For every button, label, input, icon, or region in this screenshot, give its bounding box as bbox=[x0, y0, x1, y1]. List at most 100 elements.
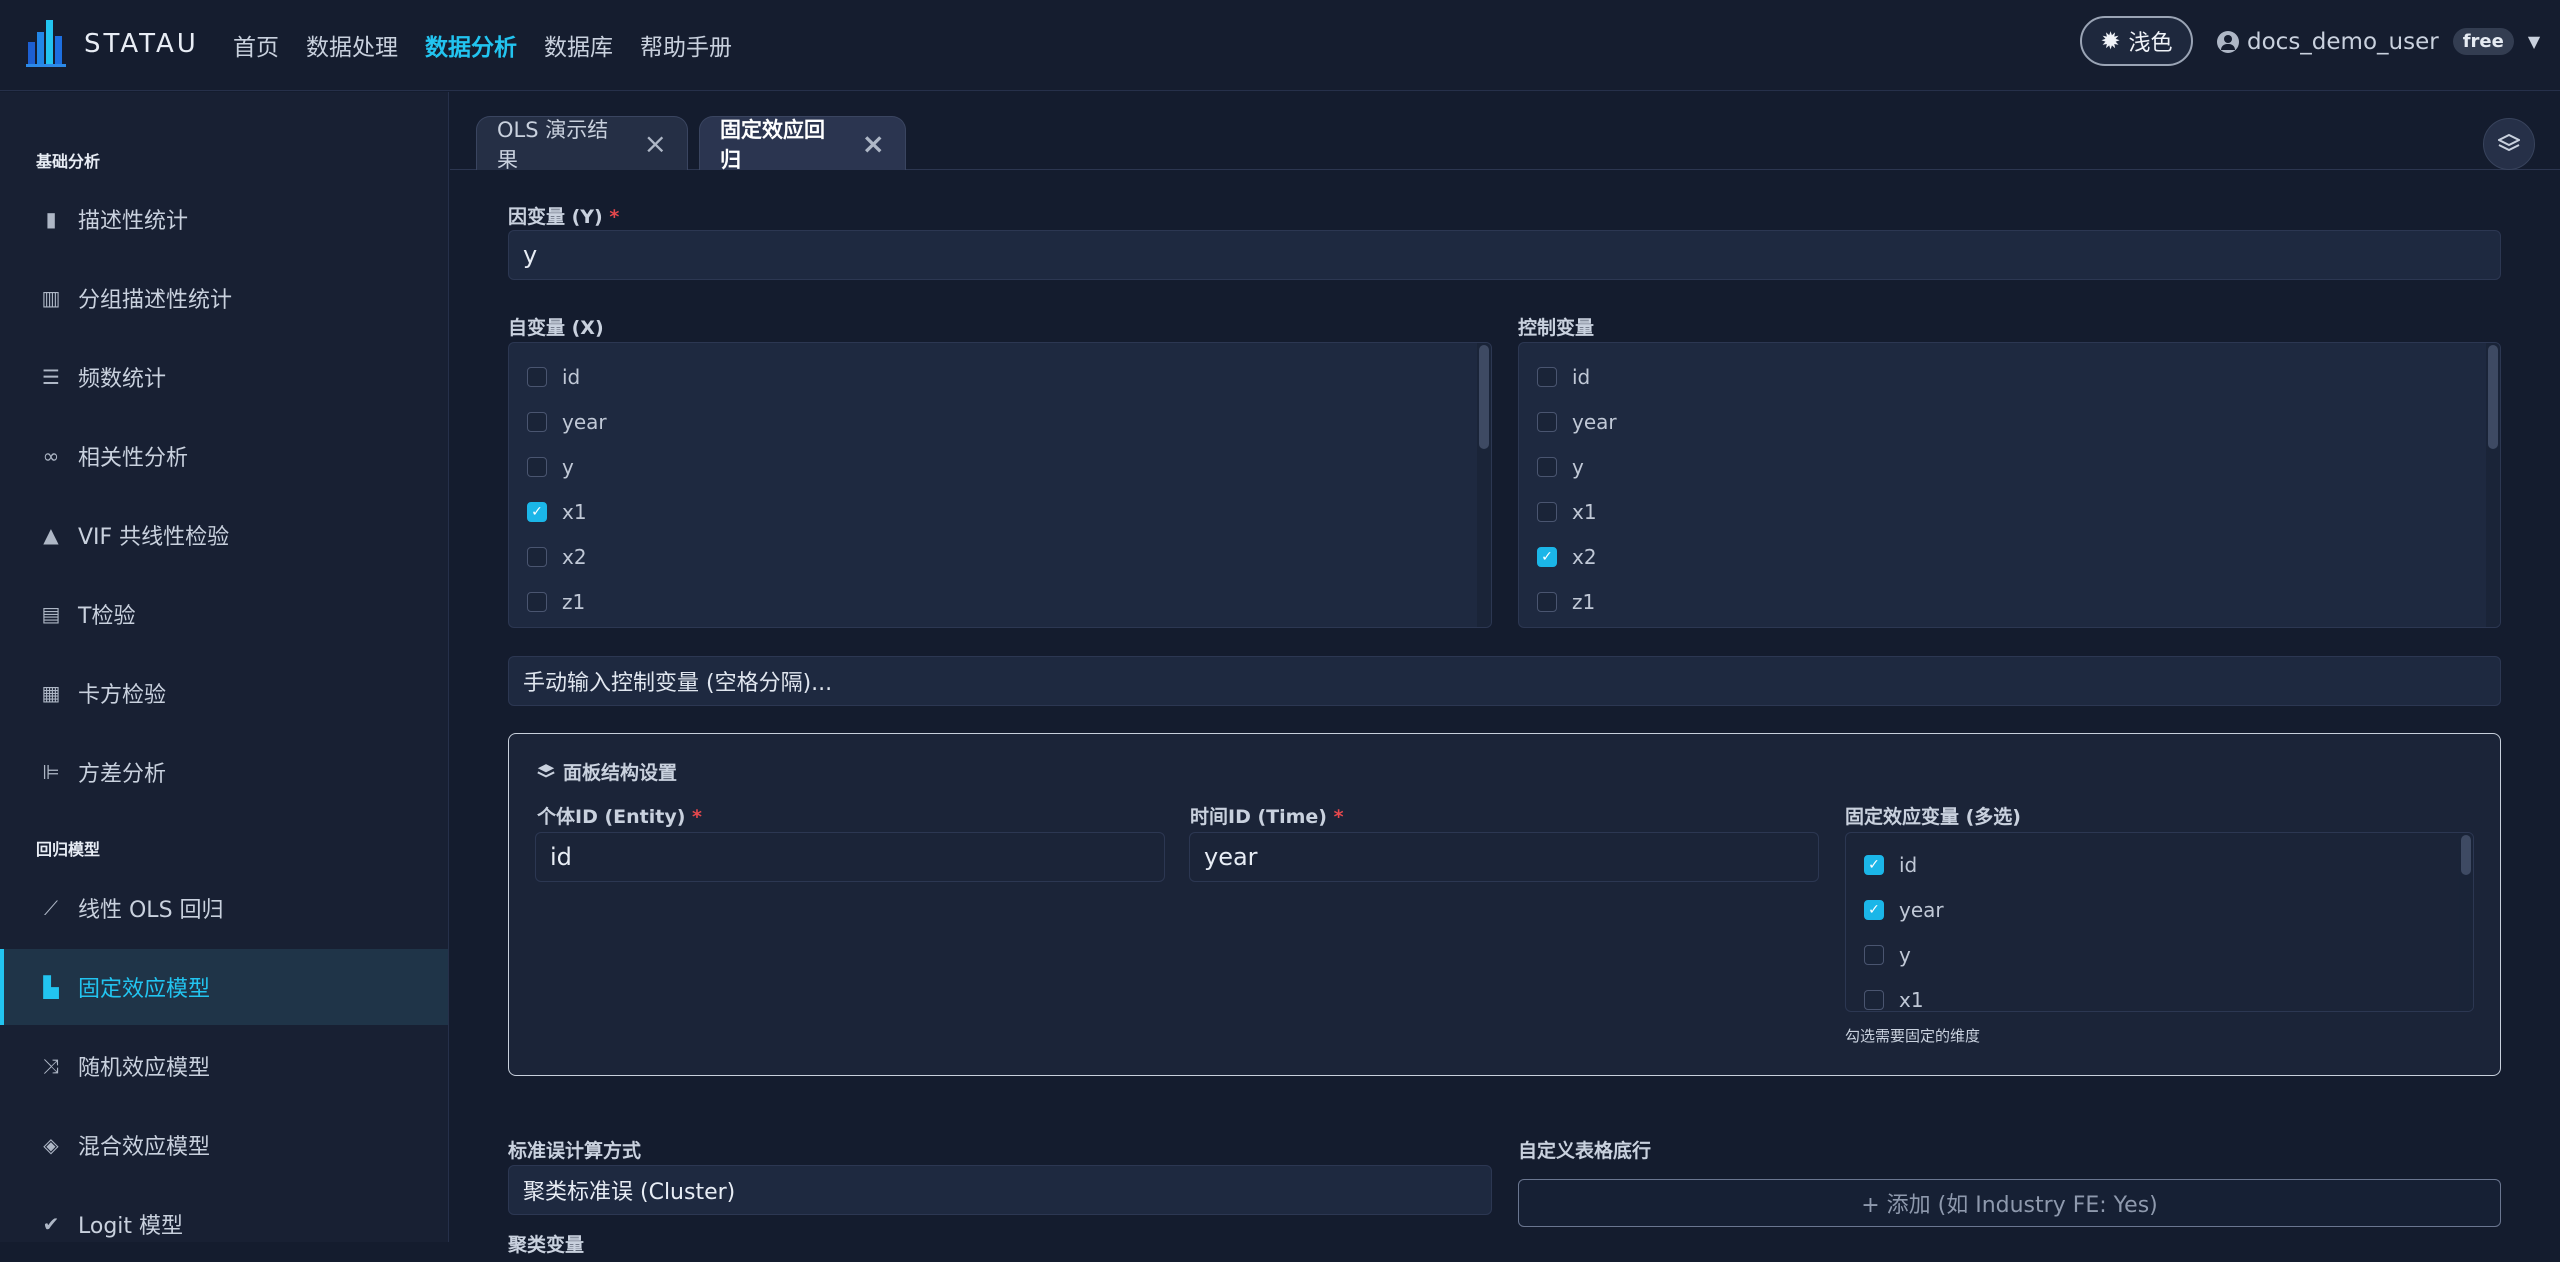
list-item[interactable]: y bbox=[1537, 455, 1584, 479]
list-item[interactable]: ✓ id bbox=[1864, 853, 1917, 877]
warning-icon: ▲ bbox=[43, 523, 59, 547]
link-icon: ∞ bbox=[42, 444, 60, 468]
list-item[interactable]: y bbox=[527, 455, 574, 479]
list-item[interactable]: id bbox=[527, 365, 580, 389]
checkbox[interactable] bbox=[527, 547, 547, 567]
option-label: x1 bbox=[1572, 500, 1597, 524]
list-item[interactable]: ✓ x1 bbox=[527, 500, 587, 524]
control-var-list[interactable]: id year y x1 ✓ x2 z1 bbox=[1518, 342, 2501, 628]
sidebar-item-logit[interactable]: ✔ Logit 模型 bbox=[0, 1186, 448, 1262]
checkbox[interactable] bbox=[1537, 457, 1557, 477]
sidebar-item-fixed-effects[interactable]: ▙ 固定效应模型 bbox=[0, 949, 448, 1025]
scroll-thumb[interactable] bbox=[2461, 835, 2471, 875]
se-method-value: 聚类标准误 (Cluster) bbox=[523, 1180, 736, 1205]
required-mark: * bbox=[692, 806, 702, 828]
sidebar-item-vif[interactable]: ▲ VIF 共线性检验 bbox=[0, 497, 448, 573]
user-menu[interactable]: docs_demo_user free ▼ bbox=[2217, 28, 2540, 55]
checkbox[interactable] bbox=[1537, 502, 1557, 522]
nav-help[interactable]: 帮助手册 bbox=[640, 28, 732, 62]
checkbox-checked[interactable]: ✓ bbox=[527, 502, 547, 522]
list-item[interactable]: x1 bbox=[1537, 500, 1597, 524]
label-text: 因变量 (Y) bbox=[508, 206, 603, 228]
tab-label: 固定效应回归 bbox=[720, 117, 825, 172]
checkbox-checked[interactable]: ✓ bbox=[1864, 855, 1884, 875]
scrollbar[interactable] bbox=[2459, 833, 2473, 1011]
option-label: id bbox=[562, 365, 581, 389]
scrollbar[interactable] bbox=[2486, 343, 2500, 627]
sidebar-item-label: 频数统计 bbox=[78, 367, 167, 392]
scroll-thumb[interactable] bbox=[2488, 345, 2498, 449]
nav-home[interactable]: 首页 bbox=[233, 28, 279, 62]
scrollbar[interactable] bbox=[1477, 343, 1491, 627]
independent-var-label: 自变量 (X) bbox=[508, 317, 604, 339]
nav-data-analysis[interactable]: 数据分析 bbox=[425, 28, 517, 62]
tab-fixed-effects[interactable]: 固定效应回归 × bbox=[699, 116, 906, 172]
main-nav: 首页 数据处理 数据分析 数据库 帮助手册 bbox=[233, 28, 759, 62]
tab-ols-result[interactable]: OLS 演示结果 × bbox=[476, 116, 688, 172]
control-var-label: 控制变量 bbox=[1518, 317, 1595, 339]
scroll-thumb[interactable] bbox=[1479, 345, 1489, 449]
sidebar-item-ols[interactable]: ⟋ 线性 OLS 回归 bbox=[0, 870, 448, 946]
grid-icon: ▦ bbox=[41, 681, 61, 705]
sidebar-item-label: T检验 bbox=[78, 604, 136, 629]
statau-logo-icon bbox=[26, 20, 66, 67]
sidebar-item-frequency[interactable]: ☰ 频数统计 bbox=[0, 339, 448, 415]
checkbox-checked[interactable]: ✓ bbox=[1537, 547, 1557, 567]
close-icon[interactable]: × bbox=[862, 129, 885, 158]
theme-toggle-button[interactable]: ✹ 浅色 bbox=[2080, 16, 2193, 66]
list-item[interactable]: x2 bbox=[527, 545, 587, 569]
list-item[interactable]: y bbox=[1864, 943, 1911, 967]
independent-var-list[interactable]: id year y ✓ x1 x2 z1 bbox=[508, 342, 1492, 628]
sidebar-item-chisquare[interactable]: ▦ 卡方检验 bbox=[0, 655, 448, 731]
option-label: year bbox=[1899, 898, 1944, 922]
entity-id-select[interactable]: id bbox=[535, 832, 1165, 882]
checkbox[interactable] bbox=[527, 367, 547, 387]
layers-icon: ◈ bbox=[43, 1133, 59, 1157]
checkbox-checked[interactable]: ✓ bbox=[1864, 900, 1884, 920]
sidebar-item-ttest[interactable]: ▤ T检验 bbox=[0, 576, 448, 652]
manual-controls-input[interactable]: 手动输入控制变量 (空格分隔)... bbox=[508, 656, 2501, 706]
checkbox[interactable] bbox=[527, 412, 547, 432]
option-label: y bbox=[1572, 455, 1584, 479]
list-item[interactable]: year bbox=[1537, 410, 1617, 434]
sidebar-item-label: Logit 模型 bbox=[78, 1214, 184, 1239]
nav-database[interactable]: 数据库 bbox=[544, 28, 613, 62]
checkbox[interactable] bbox=[1537, 592, 1557, 612]
calculator-icon: ▤ bbox=[41, 602, 61, 626]
fixed-effects-list[interactable]: ✓ id ✓ year y x1 bbox=[1845, 832, 2474, 1012]
se-method-select[interactable]: 聚类标准误 (Cluster) bbox=[508, 1165, 1492, 1215]
option-label: id bbox=[1899, 853, 1918, 877]
checkbox[interactable] bbox=[1537, 367, 1557, 387]
option-label: y bbox=[562, 455, 574, 479]
layers-toggle-button[interactable] bbox=[2483, 118, 2535, 170]
dependent-var-select[interactable]: y bbox=[508, 230, 2501, 280]
list-item[interactable]: ✓ year bbox=[1864, 898, 1944, 922]
time-id-value: year bbox=[1204, 843, 1258, 871]
list-item[interactable]: year bbox=[527, 410, 607, 434]
sidebar-item-mixed-effects[interactable]: ◈ 混合效应模型 bbox=[0, 1107, 448, 1183]
sidebar-item-random-effects[interactable]: ⤨ 随机效应模型 bbox=[0, 1028, 448, 1104]
checkbox[interactable] bbox=[527, 457, 547, 477]
time-id-select[interactable]: year bbox=[1189, 832, 1819, 882]
list-item[interactable]: ✓ x2 bbox=[1537, 545, 1597, 569]
list-item[interactable]: id bbox=[1537, 365, 1590, 389]
list-item[interactable]: z1 bbox=[527, 590, 585, 614]
shuffle-icon: ⤨ bbox=[43, 1054, 59, 1078]
list-item[interactable]: x1 bbox=[1864, 988, 1924, 1011]
sidebar-item-group-descriptive[interactable]: ▥ 分组描述性统计 bbox=[0, 260, 448, 336]
close-icon[interactable]: × bbox=[644, 129, 667, 158]
checkbox[interactable] bbox=[1864, 990, 1884, 1010]
sidebar-item-correlation[interactable]: ∞ 相关性分析 bbox=[0, 418, 448, 494]
list-item[interactable]: z1 bbox=[1537, 590, 1595, 614]
label-text: 个体ID (Entity) bbox=[537, 806, 686, 828]
brand-logo[interactable]: STATAU bbox=[26, 18, 199, 70]
checkbox[interactable] bbox=[1537, 412, 1557, 432]
nav-data-processing[interactable]: 数据处理 bbox=[306, 28, 398, 62]
checkbox[interactable] bbox=[527, 592, 547, 612]
option-label: y bbox=[1899, 943, 1911, 967]
sidebar-item-descriptive[interactable]: ▮ 描述性统计 bbox=[0, 181, 448, 257]
checkbox[interactable] bbox=[1864, 945, 1884, 965]
add-footer-row-button[interactable]: + 添加 (如 Industry FE: Yes) bbox=[1518, 1179, 2501, 1227]
sidebar-item-anova[interactable]: ⊫ 方差分析 bbox=[0, 734, 448, 810]
layers-icon bbox=[537, 764, 555, 778]
